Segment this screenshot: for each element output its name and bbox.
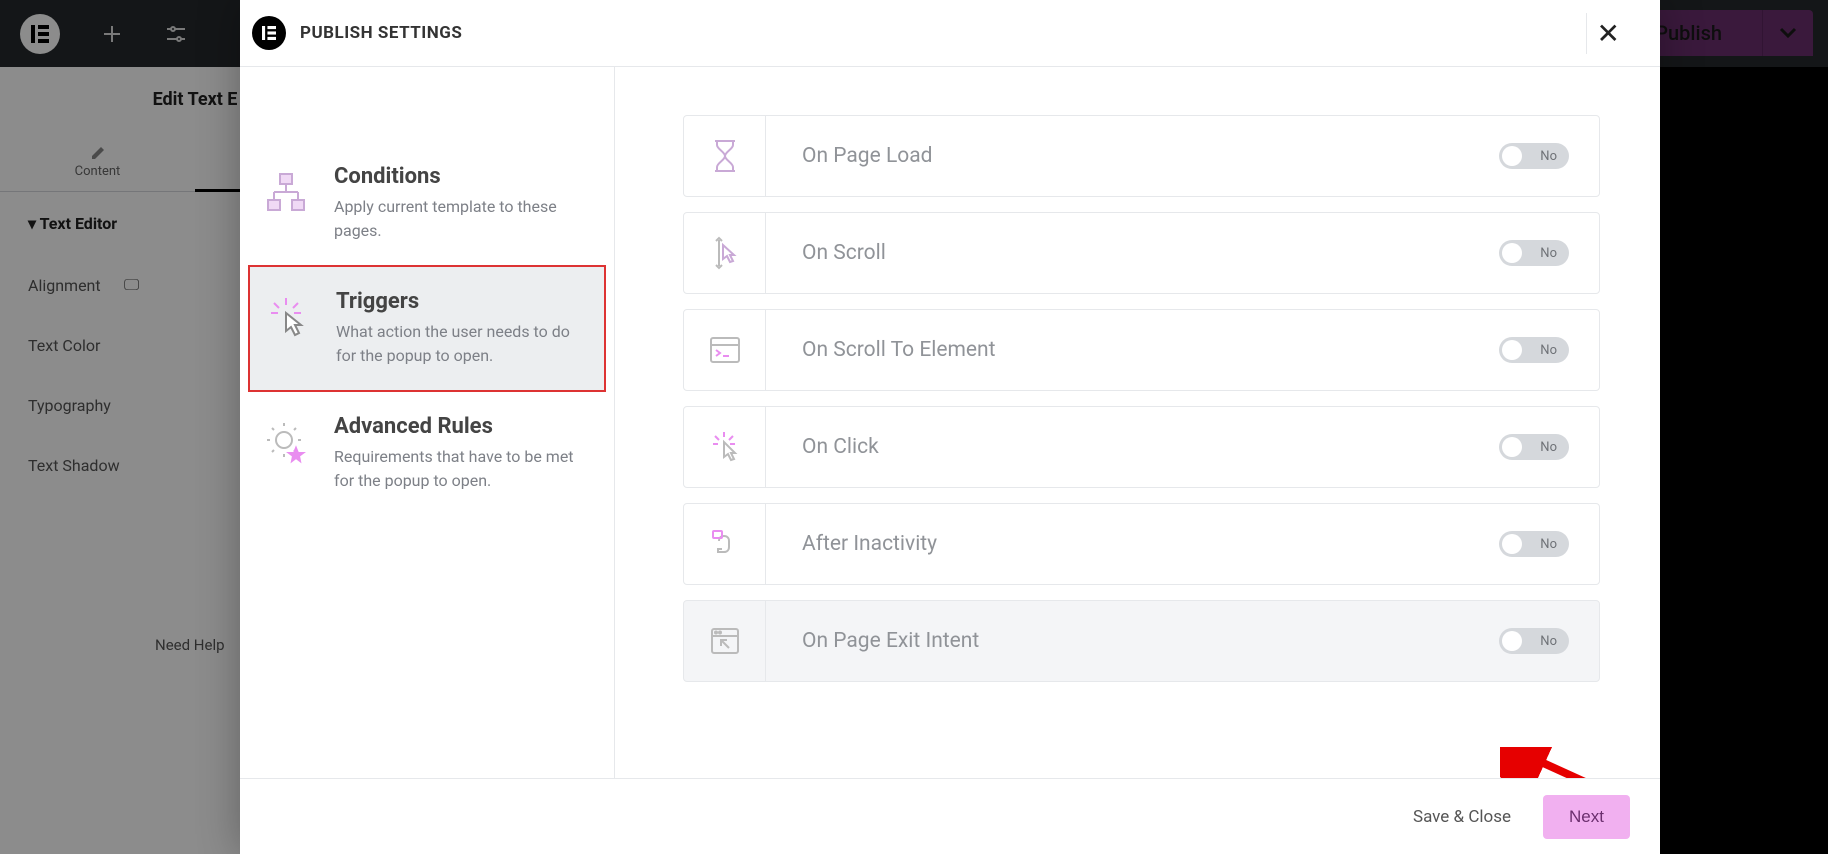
step-title: Conditions bbox=[334, 164, 594, 189]
next-button[interactable]: Next bbox=[1543, 795, 1630, 839]
triggers-list: On Page Load No On Scroll No On Scro bbox=[615, 67, 1660, 778]
trigger-label: On Page Exit Intent bbox=[766, 629, 1499, 653]
save-close-link[interactable]: Save & Close bbox=[1413, 807, 1511, 827]
trigger-on-scroll-to-element[interactable]: On Scroll To Element No bbox=[683, 309, 1600, 391]
exit-intent-icon bbox=[684, 601, 766, 681]
trigger-on-page-exit-intent[interactable]: On Page Exit Intent No bbox=[683, 600, 1600, 682]
toggle-switch[interactable]: No bbox=[1499, 628, 1569, 654]
annotation-arrow-icon bbox=[1500, 747, 1650, 778]
step-title: Advanced Rules bbox=[334, 414, 594, 439]
step-desc: Apply current template to these pages. bbox=[334, 195, 594, 243]
scroll-icon bbox=[684, 213, 766, 293]
trigger-label: On Scroll bbox=[766, 241, 1499, 265]
toggle-switch[interactable]: No bbox=[1499, 531, 1569, 557]
trigger-on-click[interactable]: On Click No bbox=[683, 406, 1600, 488]
toggle-switch[interactable]: No bbox=[1499, 240, 1569, 266]
steps-sidebar: Conditions Apply current template to the… bbox=[240, 67, 615, 778]
trigger-on-scroll[interactable]: On Scroll No bbox=[683, 212, 1600, 294]
modal-title: PUBLISH SETTINGS bbox=[300, 23, 462, 43]
sitemap-icon bbox=[258, 164, 314, 220]
step-desc: What action the user needs to do for the… bbox=[336, 320, 592, 368]
toggle-switch[interactable]: No bbox=[1499, 337, 1569, 363]
elementor-badge-icon bbox=[252, 16, 286, 50]
trigger-label: After Inactivity bbox=[766, 532, 1499, 556]
trigger-on-page-load[interactable]: On Page Load No bbox=[683, 115, 1600, 197]
gear-star-icon bbox=[258, 414, 314, 470]
click-icon bbox=[260, 289, 316, 345]
step-triggers[interactable]: Triggers What action the user needs to d… bbox=[248, 265, 606, 392]
publish-settings-modal: PUBLISH SETTINGS ✕ bbox=[240, 0, 1660, 854]
modal-footer: Save & Close Next bbox=[240, 778, 1660, 854]
modal-header: PUBLISH SETTINGS ✕ bbox=[240, 0, 1660, 67]
toggle-switch[interactable]: No bbox=[1499, 434, 1569, 460]
close-icon[interactable]: ✕ bbox=[1586, 13, 1630, 54]
step-desc: Requirements that have to be met for the… bbox=[334, 445, 594, 493]
step-conditions[interactable]: Conditions Apply current template to the… bbox=[240, 142, 614, 265]
trigger-after-inactivity[interactable]: After Inactivity No bbox=[683, 503, 1600, 585]
trigger-label: On Scroll To Element bbox=[766, 338, 1499, 362]
click-hand-icon bbox=[684, 407, 766, 487]
inactivity-icon bbox=[684, 504, 766, 584]
trigger-label: On Click bbox=[766, 435, 1499, 459]
trigger-label: On Page Load bbox=[766, 144, 1499, 168]
toggle-switch[interactable]: No bbox=[1499, 143, 1569, 169]
step-advanced-rules[interactable]: Advanced Rules Requirements that have to… bbox=[240, 392, 614, 515]
step-title: Triggers bbox=[336, 289, 592, 314]
terminal-icon bbox=[684, 310, 766, 390]
hourglass-icon bbox=[684, 116, 766, 196]
